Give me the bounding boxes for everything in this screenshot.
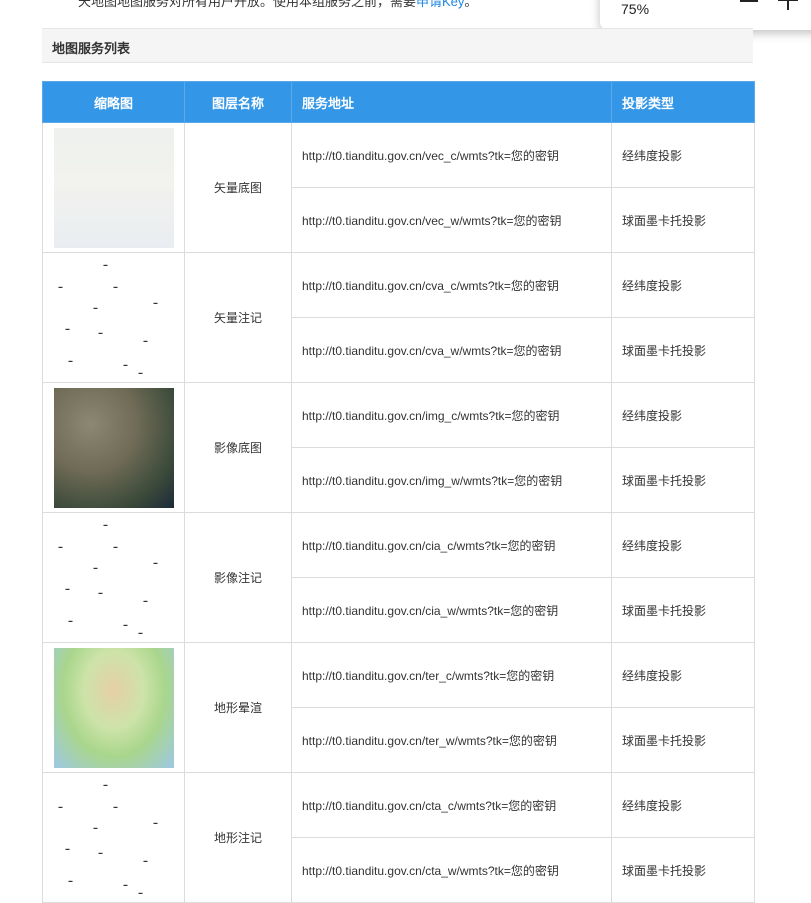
map-label-mark: ▬: [93, 824, 98, 830]
table-row: 地形晕渲 http://t0.tianditu.gov.cn/ter_c/wmts…: [42, 642, 755, 773]
map-label-mark: ▬: [65, 325, 70, 331]
map-label-mark: ▬: [103, 261, 108, 267]
service-url[interactable]: http://t0.tianditu.gov.cn/cva_w/wmts?tk=…: [291, 317, 612, 383]
imagery-annotation-thumbnail: ▬ ▬ ▬ ▬ ▬ ▬ ▬ ▬ ▬ ▬ ▬: [53, 517, 174, 638]
header-projection: 投影类型: [611, 81, 755, 123]
projection-type: 球面墨卡托投影: [611, 317, 755, 383]
map-label-mark: ▬: [123, 621, 128, 627]
header-thumbnail: 缩略图: [42, 81, 185, 123]
map-label-mark: ▬: [138, 369, 143, 375]
projection-type: 经纬度投影: [611, 772, 755, 838]
service-url[interactable]: http://t0.tianditu.gov.cn/cia_w/wmts?tk=…: [291, 577, 612, 643]
terrain-annotation-thumbnail: ▬ ▬ ▬ ▬ ▬ ▬ ▬ ▬ ▬ ▬ ▬: [53, 777, 174, 898]
projection-type: 经纬度投影: [611, 512, 755, 578]
thumbnail-cell: ▬ ▬ ▬ ▬ ▬ ▬ ▬ ▬ ▬ ▬ ▬: [42, 772, 185, 903]
map-label-mark: ▬: [65, 585, 70, 591]
map-label-mark: ▬: [153, 819, 158, 825]
table-row: ▬ ▬ ▬ ▬ ▬ ▬ ▬ ▬ ▬ ▬ ▬ 矢量注记 http://t0.tianditu.gov.cn…: [42, 252, 755, 383]
projection-type: 球面墨卡托投影: [611, 837, 755, 903]
map-label-mark: ▬: [138, 889, 143, 895]
intro-text: 天地图地图服务对所有用户开放。使用本组服务之前，需要申请Key。: [78, 0, 477, 10]
table-header-row: 缩略图 图层名称 服务地址 投影类型: [42, 81, 755, 123]
section-header: 地图服务列表: [42, 28, 753, 63]
table-row: 影像底图 http://t0.tianditu.gov.cn/img_c/wmts…: [42, 382, 755, 513]
projection-type: 经纬度投影: [611, 642, 755, 708]
service-url[interactable]: http://t0.tianditu.gov.cn/ter_c/wmts?tk=…: [291, 642, 612, 708]
map-label-mark: ▬: [58, 283, 63, 289]
service-url[interactable]: http://t0.tianditu.gov.cn/cva_c/wmts?tk=…: [291, 252, 612, 318]
map-label-mark: ▬: [113, 803, 118, 809]
thumbnail-cell: [42, 122, 185, 253]
service-url[interactable]: http://t0.tianditu.gov.cn/vec_c/wmts?tk=…: [291, 122, 612, 188]
vector-map-thumbnail: [53, 127, 174, 248]
table-row: 矢量底图 http://t0.tianditu.gov.cn/vec_c/wmts…: [42, 122, 755, 253]
imagery-map-thumbnail: [53, 387, 174, 508]
map-label-mark: ▬: [138, 629, 143, 635]
map-label-mark: ▬: [103, 781, 108, 787]
map-label-mark: ▬: [98, 329, 103, 335]
service-table: 缩略图 图层名称 服务地址 投影类型 矢量底图 http://t0.tiandit…: [42, 81, 755, 903]
table-row: ▬ ▬ ▬ ▬ ▬ ▬ ▬ ▬ ▬ ▬ ▬ 地形注记 http://t0.tianditu.gov.cn…: [42, 772, 755, 903]
terrain-map-thumbnail: [53, 647, 174, 768]
thumbnail-cell: ▬ ▬ ▬ ▬ ▬ ▬ ▬ ▬ ▬ ▬ ▬: [42, 512, 185, 643]
map-label-mark: ▬: [123, 361, 128, 367]
projection-type: 球面墨卡托投影: [611, 187, 755, 253]
layer-name: 矢量注记: [184, 252, 292, 383]
thumbnail-cell: [42, 382, 185, 513]
map-label-mark: ▬: [143, 337, 148, 343]
map-label-mark: ▬: [58, 803, 63, 809]
layer-name: 影像底图: [184, 382, 292, 513]
map-label-mark: ▬: [93, 564, 98, 570]
map-label-mark: ▬: [65, 845, 70, 851]
zoom-in-button[interactable]: [778, 0, 798, 10]
projection-type: 经纬度投影: [611, 122, 755, 188]
intro-sentence: 天地图地图服务对所有用户开放。使用本组服务之前，需要: [78, 0, 417, 9]
map-label-mark: ▬: [143, 597, 148, 603]
map-label-mark: ▬: [68, 617, 73, 623]
projection-type: 球面墨卡托投影: [611, 707, 755, 773]
service-url[interactable]: http://t0.tianditu.gov.cn/cta_w/wmts?tk=…: [291, 837, 612, 903]
service-url[interactable]: http://t0.tianditu.gov.cn/ter_w/wmts?tk=…: [291, 707, 612, 773]
vector-annotation-thumbnail: ▬ ▬ ▬ ▬ ▬ ▬ ▬ ▬ ▬ ▬ ▬: [53, 257, 174, 378]
map-label-mark: ▬: [123, 881, 128, 887]
map-label-mark: ▬: [153, 559, 158, 565]
projection-type: 经纬度投影: [611, 382, 755, 448]
projection-type: 球面墨卡托投影: [611, 577, 755, 643]
layer-name: 矢量底图: [184, 122, 292, 253]
service-url[interactable]: http://t0.tianditu.gov.cn/vec_w/wmts?tk=…: [291, 187, 612, 253]
apply-key-link[interactable]: 申请Key: [416, 0, 464, 9]
projection-type: 球面墨卡托投影: [611, 447, 755, 513]
layer-name: 影像注记: [184, 512, 292, 643]
map-label-mark: ▬: [103, 521, 108, 527]
map-label-mark: ▬: [98, 589, 103, 595]
map-label-mark: ▬: [68, 877, 73, 883]
map-label-mark: ▬: [153, 299, 158, 305]
projection-type: 经纬度投影: [611, 252, 755, 318]
intro-suffix: 。: [464, 0, 478, 9]
service-url[interactable]: http://t0.tianditu.gov.cn/img_w/wmts?tk=…: [291, 447, 612, 513]
map-label-mark: ▬: [113, 543, 118, 549]
thumbnail-cell: ▬ ▬ ▬ ▬ ▬ ▬ ▬ ▬ ▬ ▬ ▬: [42, 252, 185, 383]
header-service-url: 服务地址: [291, 81, 612, 123]
service-url[interactable]: http://t0.tianditu.gov.cn/cta_c/wmts?tk=…: [291, 772, 612, 838]
header-layer-name: 图层名称: [184, 81, 292, 123]
map-label-mark: ▬: [98, 849, 103, 855]
service-url[interactable]: http://t0.tianditu.gov.cn/cia_c/wmts?tk=…: [291, 512, 612, 578]
layer-name: 地形注记: [184, 772, 292, 903]
zoom-level: 75%: [621, 1, 650, 17]
service-url[interactable]: http://t0.tianditu.gov.cn/img_c/wmts?tk=…: [291, 382, 612, 448]
map-label-mark: ▬: [93, 304, 98, 310]
thumbnail-cell: [42, 642, 185, 773]
zoom-popup: 75%: [600, 0, 811, 30]
map-label-mark: ▬: [58, 543, 63, 549]
map-label-mark: ▬: [68, 357, 73, 363]
map-label-mark: ▬: [113, 283, 118, 289]
map-label-mark: ▬: [143, 857, 148, 863]
section-title: 地图服务列表: [52, 41, 131, 56]
zoom-out-button[interactable]: [740, 0, 758, 2]
layer-name: 地形晕渲: [184, 642, 292, 773]
table-row: ▬ ▬ ▬ ▬ ▬ ▬ ▬ ▬ ▬ ▬ ▬ 影像注记 http://t0.tianditu.gov.cn…: [42, 512, 755, 643]
